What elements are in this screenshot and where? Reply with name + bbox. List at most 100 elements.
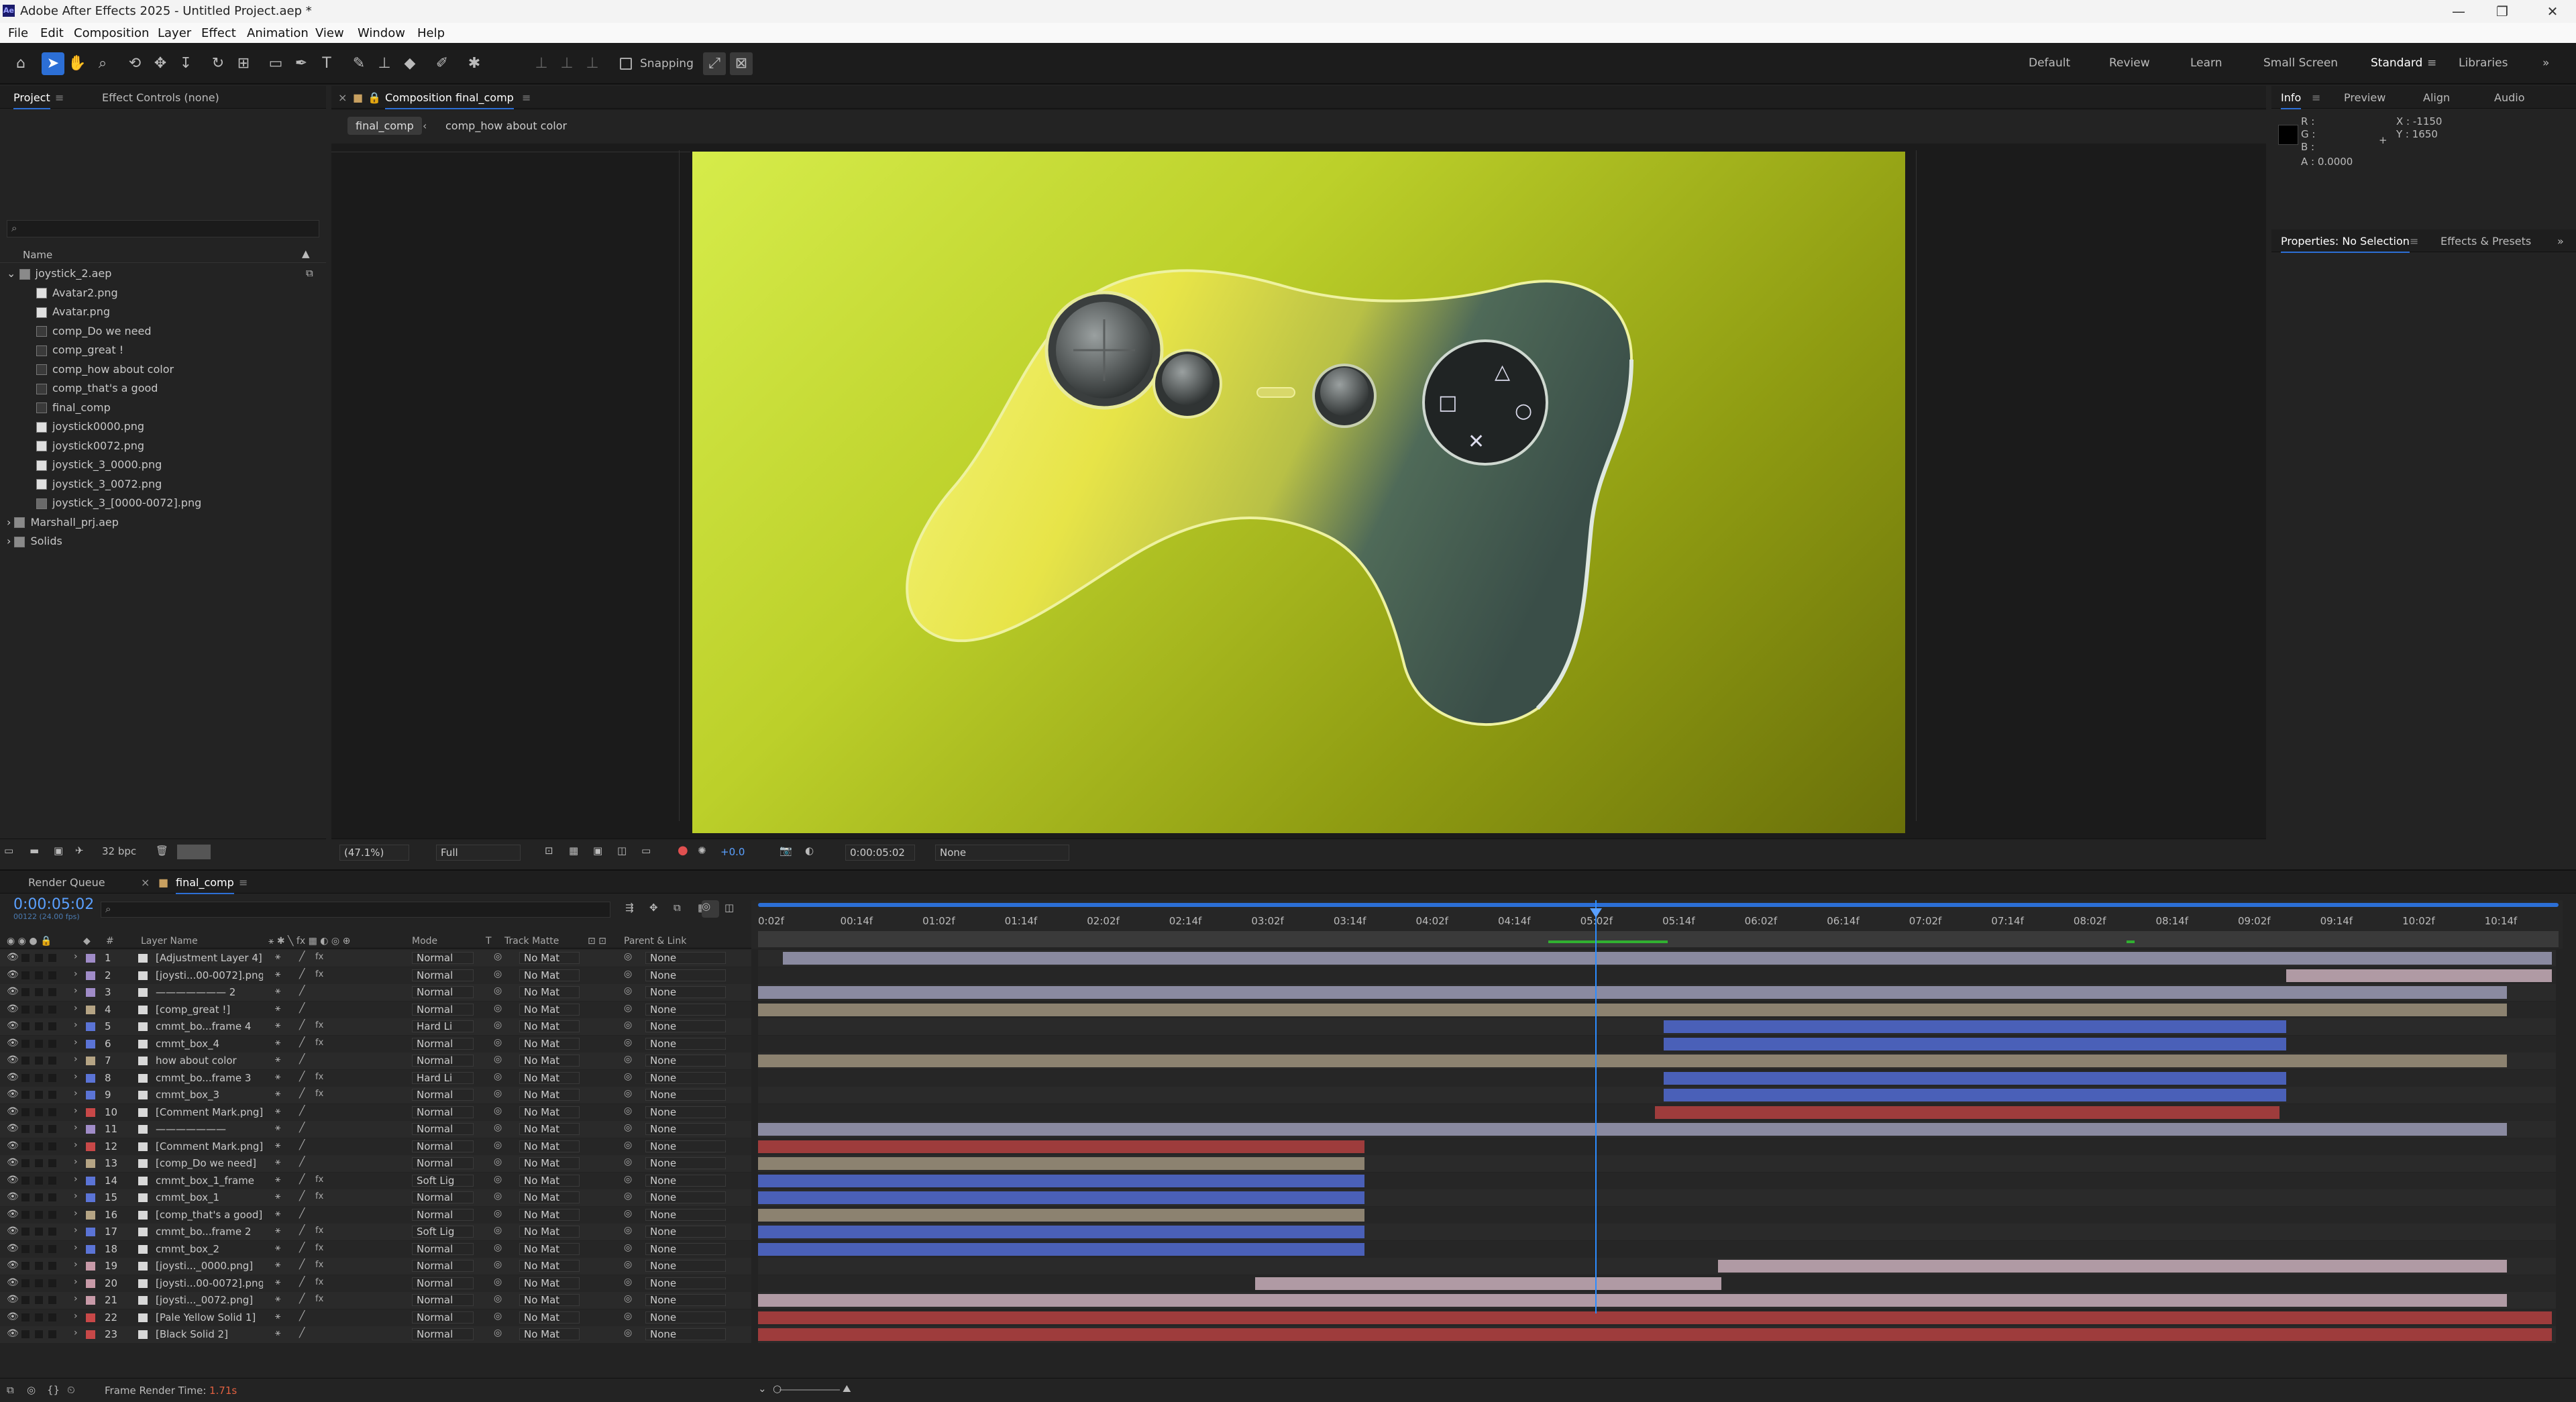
track-matte-pick-whip-icon[interactable]: ◎: [494, 1020, 502, 1030]
graph-editor-icon[interactable]: ◫: [724, 902, 734, 914]
layer-label-color[interactable]: [86, 1193, 95, 1202]
layer-mode-select[interactable]: Normal: [412, 1037, 474, 1050]
fx-switch-icon[interactable]: fx: [315, 1072, 323, 1082]
interpret-footage-icon[interactable]: ▭: [4, 845, 13, 857]
transparency-grid-icon[interactable]: ▦: [569, 845, 578, 857]
workspace-standard[interactable]: Standard: [2371, 56, 2422, 70]
selection-tool-icon[interactable]: ➤: [42, 52, 64, 75]
layer-mode-select[interactable]: Normal: [412, 1191, 474, 1203]
parent-pick-whip-icon[interactable]: ◎: [624, 1277, 632, 1287]
comp-viewer[interactable]: △ □ ○ ✕: [692, 152, 1905, 833]
current-time-field[interactable]: 0:00:05:02: [845, 845, 915, 861]
audio-toggle[interactable]: [21, 1039, 30, 1048]
layer-name[interactable]: cmmt_box_1_frame: [156, 1175, 263, 1187]
project-item[interactable]: comp_how about color: [36, 363, 174, 382]
mask-visibility-icon[interactable]: ▣: [593, 845, 602, 857]
parent-select[interactable]: None: [645, 1140, 726, 1152]
parent-select[interactable]: None: [645, 1055, 726, 1067]
menu-composition[interactable]: Composition: [74, 26, 149, 40]
timeline-current-time[interactable]: 0:00:05:02: [13, 896, 94, 913]
track-matte-pick-whip-icon[interactable]: ◎: [494, 1259, 502, 1270]
layer-track[interactable]: [758, 1172, 2556, 1189]
parent-pick-whip-icon[interactable]: ◎: [624, 1208, 632, 1219]
bpc-label[interactable]: 32 bpc: [102, 845, 136, 857]
visibility-eye-icon[interactable]: 👁: [7, 1038, 19, 1048]
shy-switch-icon[interactable]: ⚹: [275, 1037, 280, 1048]
layer-track[interactable]: [758, 1069, 2556, 1087]
shy-switch-icon[interactable]: ⚹: [275, 1293, 280, 1304]
quality-switch-icon[interactable]: ╱: [299, 1088, 305, 1099]
layer-label-color[interactable]: [86, 1022, 95, 1031]
parent-select[interactable]: None: [645, 1106, 726, 1118]
quality-switch-icon[interactable]: ╱: [299, 1003, 305, 1014]
timeline-search-input[interactable]: ⌕: [101, 902, 610, 918]
layer-name[interactable]: [comp_great !]: [156, 1004, 263, 1016]
solo-toggle[interactable]: [35, 1073, 43, 1082]
layer-mode-select[interactable]: Normal: [412, 1106, 474, 1118]
expand-layer-icon[interactable]: ›: [74, 1156, 78, 1167]
track-matte-pick-whip-icon[interactable]: ◎: [494, 1225, 502, 1236]
roto-brush-icon[interactable]: ✐: [431, 52, 453, 75]
layer-name[interactable]: [Black Solid 2]: [156, 1328, 263, 1340]
track-matte-pick-whip-icon[interactable]: ◎: [494, 1071, 502, 1082]
layer-label-color[interactable]: [86, 1159, 95, 1168]
pan-camera-icon[interactable]: ✥: [149, 52, 172, 75]
layer-row[interactable]: 👁 › 12 [Comment Mark.png] ⚹ ╱ Normal ◎ No Mat ◎ No…: [0, 1138, 751, 1155]
shy-switch-icon[interactable]: ⚹: [275, 951, 280, 962]
tab-effect-controls[interactable]: Effect Controls (none): [102, 91, 219, 104]
layer-duration-bar[interactable]: [758, 1294, 2508, 1307]
menu-animation[interactable]: Animation: [247, 26, 309, 40]
fx-switch-icon[interactable]: fx: [315, 1020, 323, 1030]
menu-file[interactable]: File: [8, 26, 28, 40]
layer-row[interactable]: 👁 › 3 ——————— 2 ⚹ ╱ Normal ◎ No Mat ◎ None: [0, 984, 751, 1001]
shy-switch-icon[interactable]: ⚹: [275, 1020, 280, 1030]
layer-duration-bar[interactable]: [1664, 1037, 2287, 1050]
audio-toggle[interactable]: [21, 1330, 30, 1338]
timeline-zoom-slider[interactable]: [780, 1389, 840, 1391]
visibility-eye-icon[interactable]: 👁: [7, 1260, 19, 1271]
parent-pick-whip-icon[interactable]: ◎: [624, 1054, 632, 1065]
quality-switch-icon[interactable]: ╱: [299, 1122, 305, 1133]
track-matte-select[interactable]: No Mat: [519, 1140, 580, 1152]
expand-layer-icon[interactable]: ›: [74, 1191, 78, 1201]
visibility-eye-icon[interactable]: 👁: [7, 1277, 19, 1288]
workspace-menu-icon[interactable]: ≡: [2427, 56, 2436, 70]
track-matte-pick-whip-icon[interactable]: ◎: [494, 1037, 502, 1048]
region-of-interest-icon[interactable]: ⊡: [545, 845, 553, 857]
parent-select[interactable]: None: [645, 1277, 726, 1289]
parent-select[interactable]: None: [645, 1208, 726, 1221]
layer-name[interactable]: [Pale Yellow Solid 1]: [156, 1311, 263, 1324]
parent-pick-whip-icon[interactable]: ◎: [624, 1106, 632, 1116]
parent-pick-whip-icon[interactable]: ◎: [624, 1003, 632, 1014]
audio-toggle[interactable]: [21, 988, 30, 996]
layer-label-color[interactable]: [86, 1039, 95, 1048]
quality-switch-icon[interactable]: ╱: [299, 969, 305, 979]
audio-toggle[interactable]: [21, 1210, 30, 1219]
layer-row[interactable]: 👁 › 5 cmmt_bo...frame 4 ⚹ ╱ fx Hard Li ◎ No Mat ◎ N…: [0, 1018, 751, 1035]
solo-toggle[interactable]: [35, 1313, 43, 1322]
workspace-review[interactable]: Review: [2109, 56, 2150, 70]
layer-row[interactable]: 👁 › 22 [Pale Yellow Solid 1] ⚹ ╱ Normal ◎ No Mat…: [0, 1309, 751, 1326]
layer-track[interactable]: [758, 1326, 2556, 1343]
layer-track[interactable]: [758, 1087, 2556, 1103]
track-matte-pick-whip-icon[interactable]: ◎: [494, 1311, 502, 1322]
expand-layer-icon[interactable]: ›: [74, 1088, 78, 1099]
lock-toggle[interactable]: [48, 1279, 56, 1287]
fx-switch-icon[interactable]: fx: [315, 952, 323, 962]
layer-mode-select[interactable]: Normal: [412, 1157, 474, 1169]
layer-duration-bar[interactable]: [1664, 1089, 2287, 1101]
track-matte-pick-whip-icon[interactable]: ◎: [494, 985, 502, 996]
layer-label-color[interactable]: [86, 1228, 95, 1236]
menu-window[interactable]: Window: [358, 26, 405, 40]
layer-row[interactable]: 👁 › 10 [Comment Mark.png] ⚹ ╱ Normal ◎ No Mat ◎ No…: [0, 1103, 751, 1121]
eraser-tool-icon[interactable]: ◆: [398, 52, 421, 75]
menu-help[interactable]: Help: [417, 26, 445, 40]
exposure-value[interactable]: +0.0: [720, 846, 745, 858]
layer-row[interactable]: 👁 › 1 [Adjustment Layer 4] ⚹ ╱ fx Normal ◎ No Mat…: [0, 950, 751, 967]
track-matte-select[interactable]: No Mat: [519, 1003, 580, 1016]
layer-name[interactable]: [comp_that's a good]: [156, 1209, 263, 1221]
tab-properties[interactable]: Properties: No Selection: [2281, 235, 2410, 253]
parent-pick-whip-icon[interactable]: ◎: [624, 1225, 632, 1236]
layer-label-color[interactable]: [86, 988, 95, 997]
layer-duration-bar[interactable]: [758, 1174, 1364, 1187]
